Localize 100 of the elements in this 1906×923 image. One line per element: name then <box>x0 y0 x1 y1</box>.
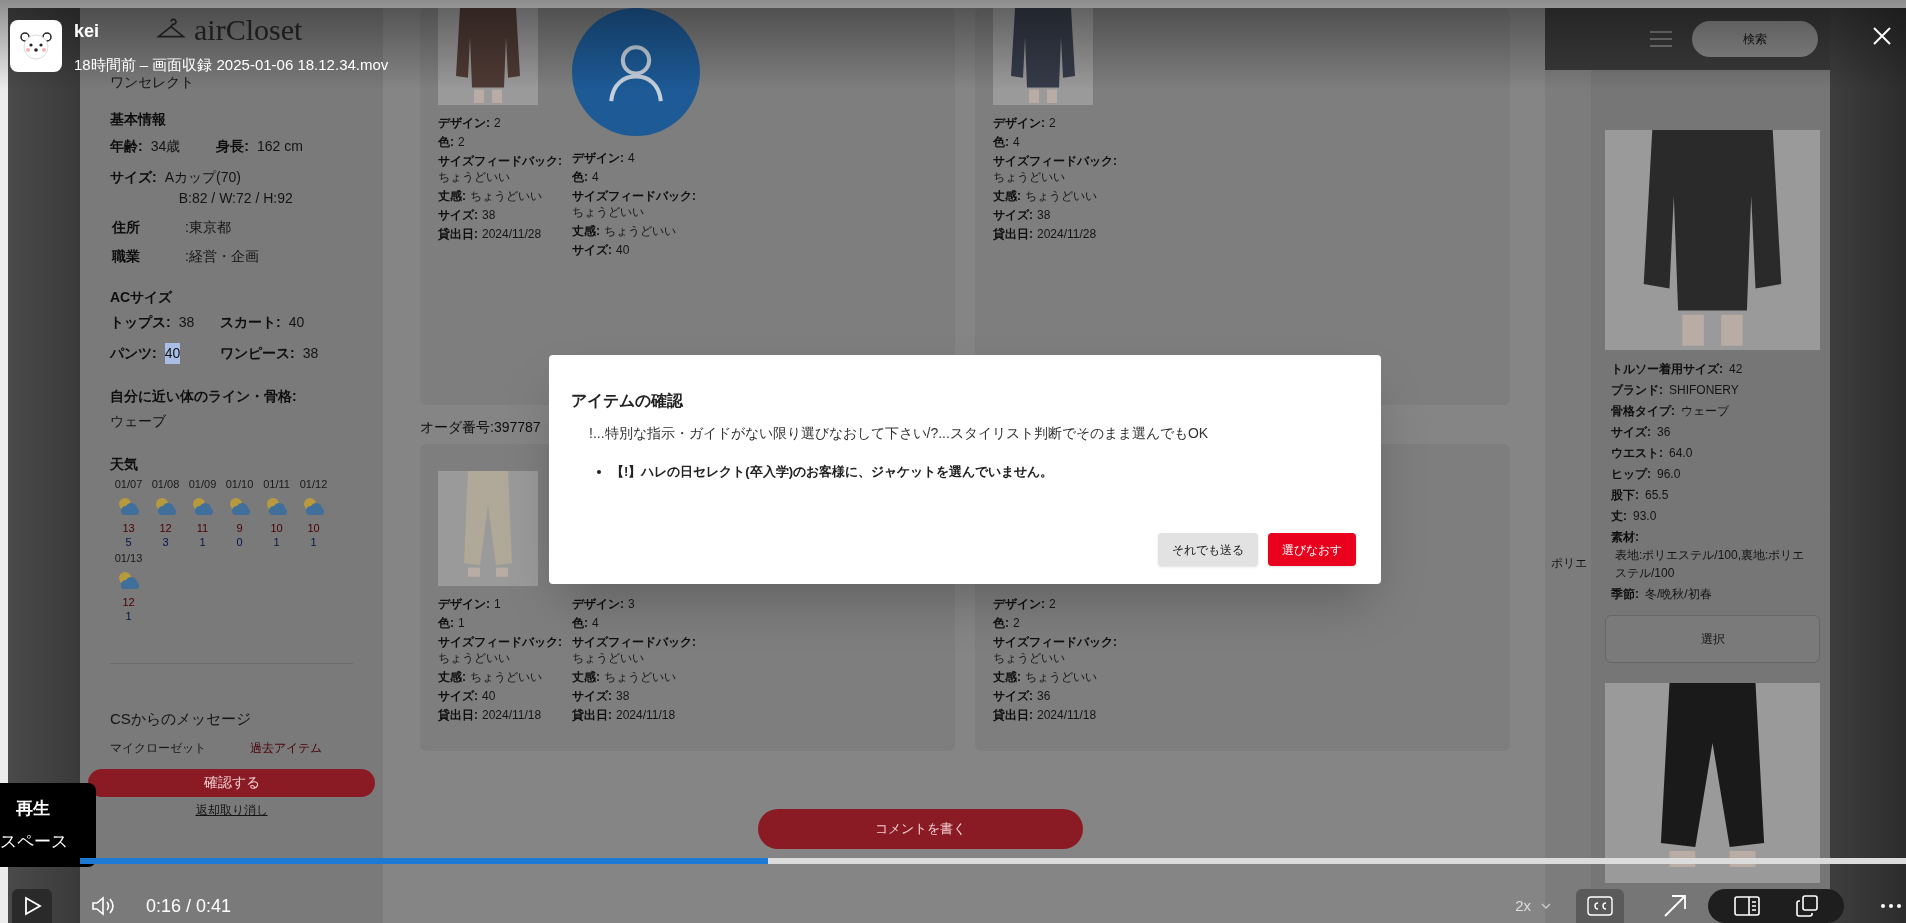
field-value: 36 <box>1037 688 1051 704</box>
side-panel-icon[interactable] <box>1734 896 1760 916</box>
chevron-down-icon[interactable] <box>1541 902 1551 910</box>
detail-label: 季節: <box>1611 586 1639 603</box>
detail-label: 股下: <box>1611 487 1639 504</box>
detail-label: 素材: <box>1611 529 1639 546</box>
field-label: サイズ: <box>993 207 1033 223</box>
field-value: 162 cm <box>256 137 303 156</box>
bear-icon <box>19 31 53 61</box>
dialog-title: アイテムの確認 <box>571 391 683 411</box>
field-label: 丈感: <box>438 188 466 204</box>
field-value: 2 <box>1013 615 1020 631</box>
tooltip-shortcut: スペース <box>0 831 68 853</box>
send-anyway-button[interactable]: それでも送る <box>1158 533 1258 566</box>
field-label: サイズフィードバック: <box>572 634 696 650</box>
detail-value: 65.5 <box>1645 487 1669 504</box>
field-label: サイズ: <box>993 688 1033 704</box>
weather-date: 01/11 <box>263 477 290 491</box>
field-value: ちょうどいい <box>438 650 510 666</box>
field-value: 2024/11/28 <box>482 226 542 242</box>
high-temperature: 12 <box>122 595 135 609</box>
confirm-button[interactable]: 確認する <box>88 768 375 797</box>
reselect-button[interactable]: 選びなおす <box>1268 533 1356 566</box>
field-label: デザイン: <box>438 596 490 612</box>
detail-value: ウェーブ <box>1681 403 1729 420</box>
field-value: 2024/11/18 <box>616 707 676 723</box>
field-value: 2 <box>1049 115 1056 131</box>
low-temperature: 1 <box>125 609 132 623</box>
field-label: 住所 <box>111 218 141 237</box>
weather-date: 01/08 <box>151 477 180 491</box>
field-label: 色: <box>438 134 454 150</box>
field-value: ちょうどいい <box>1025 188 1097 204</box>
field-label: 貸出日: <box>993 707 1033 723</box>
weather-date: 01/09 <box>188 477 217 491</box>
detail-label: トルソー着用サイズ: <box>1611 361 1723 378</box>
more-icon[interactable] <box>1880 903 1902 909</box>
detail-value: 表地:ポリエステル/100,裏地:ポリエステル/100 <box>1614 547 1806 582</box>
field-label: ワンピース: <box>220 344 295 363</box>
playback-time: 0:16 / 0:41 <box>146 894 232 918</box>
high-temperature: 9 <box>236 521 243 535</box>
field-label: デザイン: <box>572 596 624 612</box>
field-value: ちょうどいい <box>572 650 644 666</box>
field-label: 年齢: <box>110 137 143 156</box>
field-label: デザイン: <box>438 115 490 131</box>
detail-value: 96.0 <box>1657 466 1681 483</box>
logo: airCloset <box>194 14 303 46</box>
playback-speed[interactable]: 2x <box>1515 894 1531 918</box>
field-label: サイズフィードバック: <box>438 634 562 650</box>
detail-label: 骨格タイプ: <box>1611 403 1675 420</box>
field-value: ちょうどいい <box>993 169 1065 185</box>
detail-label: ヒップ: <box>1611 466 1651 483</box>
field-value: B:82 / W:72 / H:92 <box>177 189 293 208</box>
close-icon[interactable] <box>1872 26 1892 46</box>
material-text-fragment: ポリエ <box>1550 555 1587 572</box>
tab[interactable]: 過去アイテム <box>250 738 322 757</box>
progress-track[interactable] <box>80 858 1906 864</box>
low-temperature: 3 <box>162 535 169 549</box>
detail-value: 42 <box>1729 361 1743 378</box>
field-label: サイズフィードバック: <box>572 188 696 204</box>
field-label: 貸出日: <box>993 226 1033 242</box>
field-value: 38 <box>302 344 319 363</box>
field-value: 40 <box>482 688 496 704</box>
field-value: 34歳 <box>150 137 181 156</box>
field-label: デザイン: <box>993 596 1045 612</box>
field-value: 38 <box>1037 207 1051 223</box>
field-value: 4 <box>592 169 599 185</box>
detail-value: SHIFONERY <box>1669 382 1739 399</box>
field-label: パンツ: <box>110 344 157 363</box>
field-value: 40 <box>616 242 630 258</box>
copy-icon[interactable] <box>1796 895 1818 917</box>
field-value: 2 <box>458 134 465 150</box>
field-value: 3 <box>628 596 635 612</box>
play-button[interactable] <box>12 889 52 923</box>
field-label: 丈感: <box>993 669 1021 685</box>
weather-date: 01/07 <box>114 477 143 491</box>
field-value: ちょうどいい <box>470 188 542 204</box>
cancel-return-link[interactable]: 返却取り消し <box>195 800 268 819</box>
select-button[interactable]: 選択 <box>1605 615 1820 663</box>
video-subtitle: 18時間前 – 画面収録 2025-01-06 18.12.34.mov <box>74 56 389 74</box>
weather-date: 01/10 <box>225 477 254 491</box>
field-value: 2024/11/18 <box>1037 707 1097 723</box>
captions-button[interactable] <box>1576 889 1624 923</box>
diagonal-arrow-icon[interactable] <box>1662 893 1688 919</box>
high-temperature: 12 <box>159 521 172 535</box>
field-label: サイズ: <box>438 207 478 223</box>
tab[interactable]: マイクローゼット <box>110 738 206 757</box>
field-label: 丈感: <box>993 188 1021 204</box>
field-label: 色: <box>993 134 1009 150</box>
field-label: 身長: <box>216 137 249 156</box>
search-button[interactable]: 検索 <box>1692 21 1818 57</box>
field-value: 1 <box>494 596 501 612</box>
field-value: 4 <box>592 615 599 631</box>
weather-date: 01/12 <box>299 477 328 491</box>
field-label: 色: <box>572 615 588 631</box>
field-label: 丈感: <box>572 669 600 685</box>
field-value: 2024/11/28 <box>1037 226 1097 242</box>
field-value: ちょうどいい <box>470 669 542 685</box>
low-temperature: 5 <box>125 535 132 549</box>
comment-button[interactable]: コメントを書く <box>758 809 1083 849</box>
tooltip-label: 再生 <box>16 797 50 820</box>
